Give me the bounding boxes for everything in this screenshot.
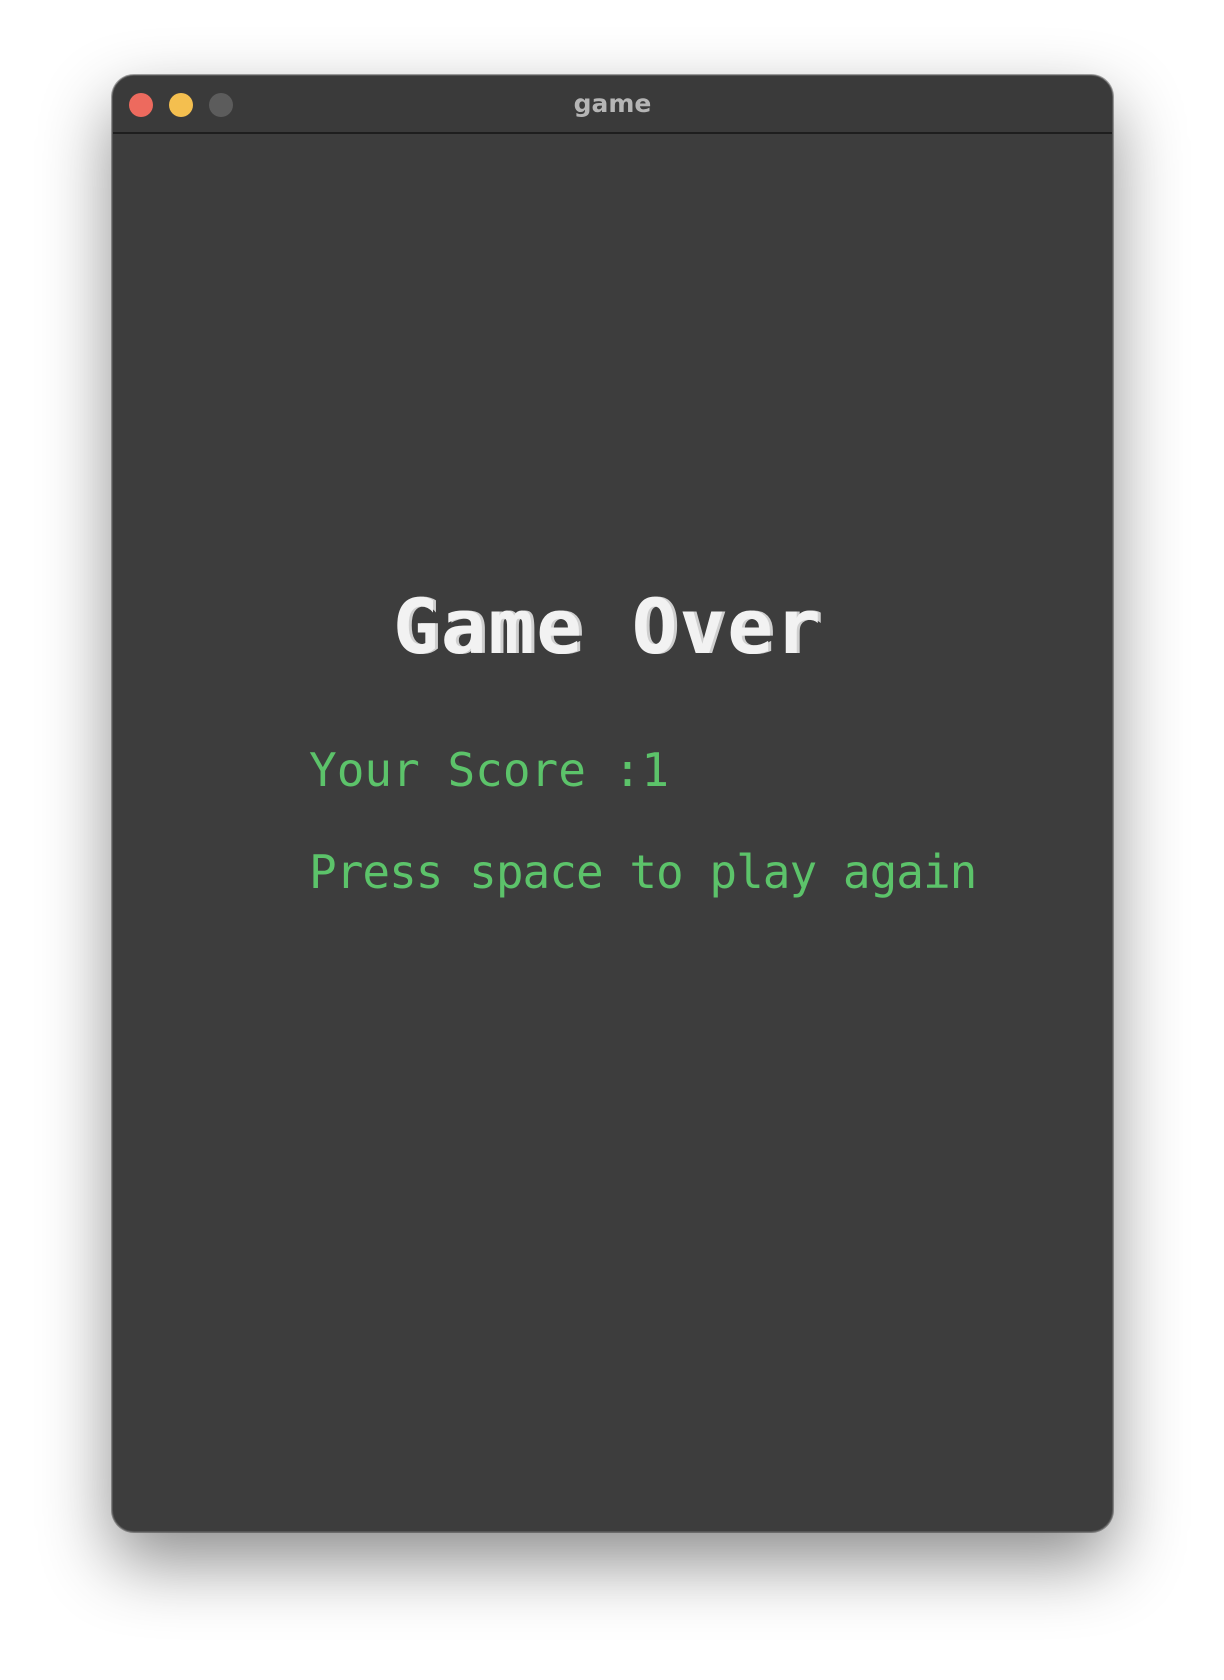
score-display: Your Score :1: [309, 743, 669, 797]
score-label: Your Score: [309, 743, 586, 797]
restart-prompt: Press space to play again: [309, 845, 977, 899]
window-title: game: [573, 89, 652, 118]
game-canvas[interactable]: Game Over Your Score :1 Press space to p…: [113, 134, 1112, 1531]
game-window: game Game Over Your Score :1 Press space…: [112, 75, 1113, 1532]
score-separator: :: [613, 743, 642, 797]
score-value: 1: [641, 743, 670, 797]
game-over-title: Game Over: [393, 582, 823, 671]
title-bar[interactable]: game: [113, 76, 1112, 134]
